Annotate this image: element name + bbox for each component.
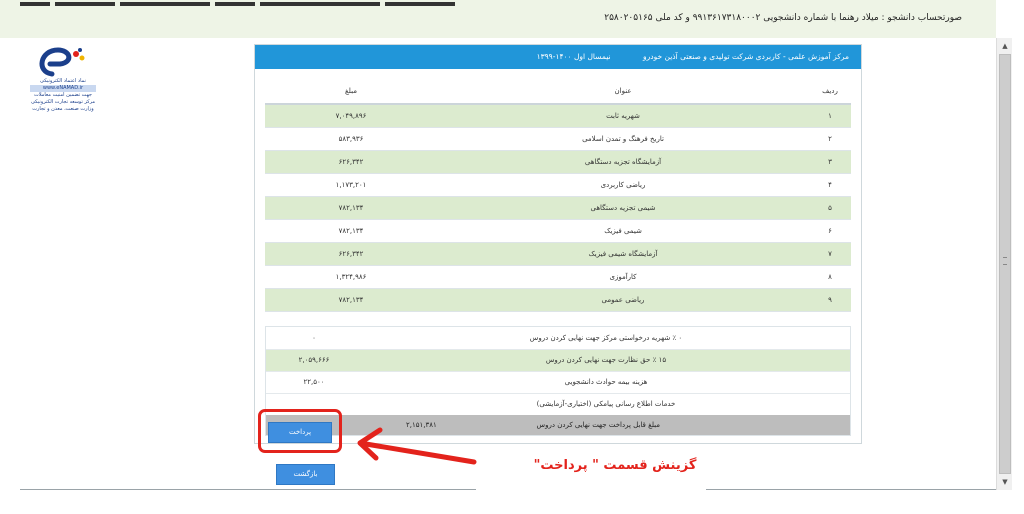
row-number: ۹ xyxy=(809,288,851,312)
totals-label: ۰ ٪ شهریه درخواستی مرکز جهت نهایی کردن د… xyxy=(362,327,850,350)
table-row: ۳ آزمایشگاه تجزیه دستگاهی ۶۲۶,۳۴۲ xyxy=(265,150,851,174)
logo-line: www.eNAMAD.ir xyxy=(30,85,96,92)
pay-button[interactable]: پرداخت xyxy=(268,422,332,443)
term-label: نیمسال اول ۱۴۰۰-۱۳۹۹ xyxy=(536,52,611,61)
course-title: ریاضی کاربردی xyxy=(437,173,809,197)
totals-amount: ۰ xyxy=(266,327,362,350)
panel-header: مرکز آموزش علمی - کاربردی شرکت تولیدی و … xyxy=(255,45,861,69)
logo-line: وزارت صنعت، معدن و تجارت xyxy=(32,106,94,112)
table-header-row: ردیف عنوان مبلغ xyxy=(265,79,851,105)
totals-label: ۱۵ ٪ حق نظارت جهت نهایی کردن دروس xyxy=(362,349,850,372)
scroll-up-arrow-icon[interactable]: ▲ xyxy=(997,38,1013,54)
scroll-grip-icon xyxy=(1003,257,1007,265)
course-title: شیمی فیزیک xyxy=(437,219,809,243)
column-header-amount: مبلغ xyxy=(265,79,437,105)
table-row: ۴ ریاضی کاربردی ۱,۱۷۳,۲۰۱ xyxy=(265,173,851,197)
totals-amount: ۲,۰۵۹,۶۶۶ xyxy=(266,349,362,372)
totals-row: هزینه بیمه حوادث دانشجویی ۲۲,۵۰۰ xyxy=(266,371,850,394)
cropped-browser-bar xyxy=(20,2,520,10)
logo-line: جهت تضمین امنیت معاملات xyxy=(34,92,92,98)
vertical-scrollbar[interactable]: ▲ ▼ xyxy=(996,38,1012,490)
sms-service-label[interactable]: خدمات اطلاع رسانی پیامکی (اختیاری-آزمایش… xyxy=(362,393,850,416)
student-header: صورتحساب دانشجو : میلاد رهنما با شماره د… xyxy=(0,0,996,38)
table-row: ۶ شیمی فیزیک ۷۸۲,۱۳۴ xyxy=(265,219,851,243)
course-amount: ۶۲۶,۳۴۲ xyxy=(265,150,437,174)
student-info-text: صورتحساب دانشجو : میلاد رهنما با شماره د… xyxy=(604,13,962,23)
course-amount: ۷۸۲,۱۳۴ xyxy=(265,288,437,312)
row-number: ۲ xyxy=(809,127,851,151)
logo-line: نماد اعتماد الکترونیکی xyxy=(40,78,86,84)
course-title: ریاضی عمومی xyxy=(437,288,809,312)
totals-row: ۱۵ ٪ حق نظارت جهت نهایی کردن دروس ۲,۰۵۹,… xyxy=(266,349,850,372)
final-payable-label: مبلغ قابل پرداخت جهت نهایی کردن دروس xyxy=(536,421,660,429)
table-row: ۲ تاریخ فرهنگ و تمدن اسلامی ۵۸۳,۹۳۶ xyxy=(265,127,851,151)
table-row: ۱ شهریه ثابت ۷,۰۴۹,۸۹۶ xyxy=(265,104,851,128)
column-header-row: ردیف xyxy=(809,79,851,105)
table-row: ۸ کارآموزی ۱,۳۲۴,۹۸۶ xyxy=(265,265,851,289)
totals-amount: ۲۲,۵۰۰ xyxy=(266,371,362,394)
center-name: مرکز آموزش علمی - کاربردی شرکت تولیدی و … xyxy=(643,52,849,61)
totals-label: هزینه بیمه حوادث دانشجویی xyxy=(362,371,850,394)
back-button[interactable]: بازگشت xyxy=(276,464,335,485)
row-number: ۴ xyxy=(809,173,851,197)
course-amount: ۷,۰۴۹,۸۹۶ xyxy=(265,104,437,128)
row-number: ۱ xyxy=(809,104,851,128)
annotation-label-top: گزینش قسمت " پرداخت" xyxy=(533,458,697,473)
totals-row: ۰ ٪ شهریه درخواستی مرکز جهت نهایی کردن د… xyxy=(266,327,850,350)
row-number: ۳ xyxy=(809,150,851,174)
totals-row: خدمات اطلاع رسانی پیامکی (اختیاری-آزمایش… xyxy=(266,393,850,416)
course-amount: ۷۸۲,۱۳۴ xyxy=(265,219,437,243)
course-title: تاریخ فرهنگ و تمدن اسلامی xyxy=(437,127,809,151)
row-number: ۸ xyxy=(809,265,851,289)
courses-table: ردیف عنوان مبلغ ۱ شهریه ثابت ۷,۰۴۹,۸۹۶ ۲… xyxy=(265,79,851,312)
row-number: ۷ xyxy=(809,242,851,266)
sms-service-text: خدمات اطلاع رسانی پیامکی (اختیاری-آزمایش… xyxy=(536,400,676,408)
table-row: ۵ شیمی تجزیه دستگاهی ۷۸۲,۱۳۴ xyxy=(265,196,851,220)
scroll-thumb[interactable] xyxy=(999,54,1011,474)
enamad-logo-caption: نماد اعتماد الکترونیکی www.eNAMAD.ir جهت… xyxy=(30,78,96,113)
course-amount: ۱,۱۷۳,۲۰۱ xyxy=(265,173,437,197)
course-title: آزمایشگاه شیمی فیزیک xyxy=(437,242,809,266)
column-header-title: عنوان xyxy=(437,79,809,105)
table-row: ۷ آزمایشگاه شیمی فیزیک ۶۲۶,۳۴۲ xyxy=(265,242,851,266)
course-title: شیمی تجزیه دستگاهی xyxy=(437,196,809,220)
invoice-panel: مرکز آموزش علمی - کاربردی شرکت تولیدی و … xyxy=(254,44,862,444)
scroll-down-arrow-icon[interactable]: ▼ xyxy=(997,474,1013,490)
logo-line: مرکز توسعه تجارت الکترونیکی xyxy=(30,99,96,105)
course-amount: ۷۸۲,۱۳۴ xyxy=(265,196,437,220)
course-title: شهریه ثابت xyxy=(437,104,809,128)
course-amount: ۵۸۳,۹۳۶ xyxy=(265,127,437,151)
course-amount: ۱,۳۲۴,۹۸۶ xyxy=(265,265,437,289)
totals-table: ۰ ٪ شهریه درخواستی مرکز جهت نهایی کردن د… xyxy=(266,327,850,416)
row-number: ۶ xyxy=(809,219,851,243)
course-amount: ۶۲۶,۳۴۲ xyxy=(265,242,437,266)
annotation-arrow-icon xyxy=(357,427,477,465)
table-row: ۹ ریاضی عمومی ۷۸۲,۱۳۴ xyxy=(265,288,851,312)
course-title: آزمایشگاه تجزیه دستگاهی xyxy=(437,150,809,174)
enamad-e-icon xyxy=(39,47,85,77)
annotation-backdrop xyxy=(476,480,706,496)
course-title: کارآموزی xyxy=(437,265,809,289)
row-number: ۵ xyxy=(809,196,851,220)
